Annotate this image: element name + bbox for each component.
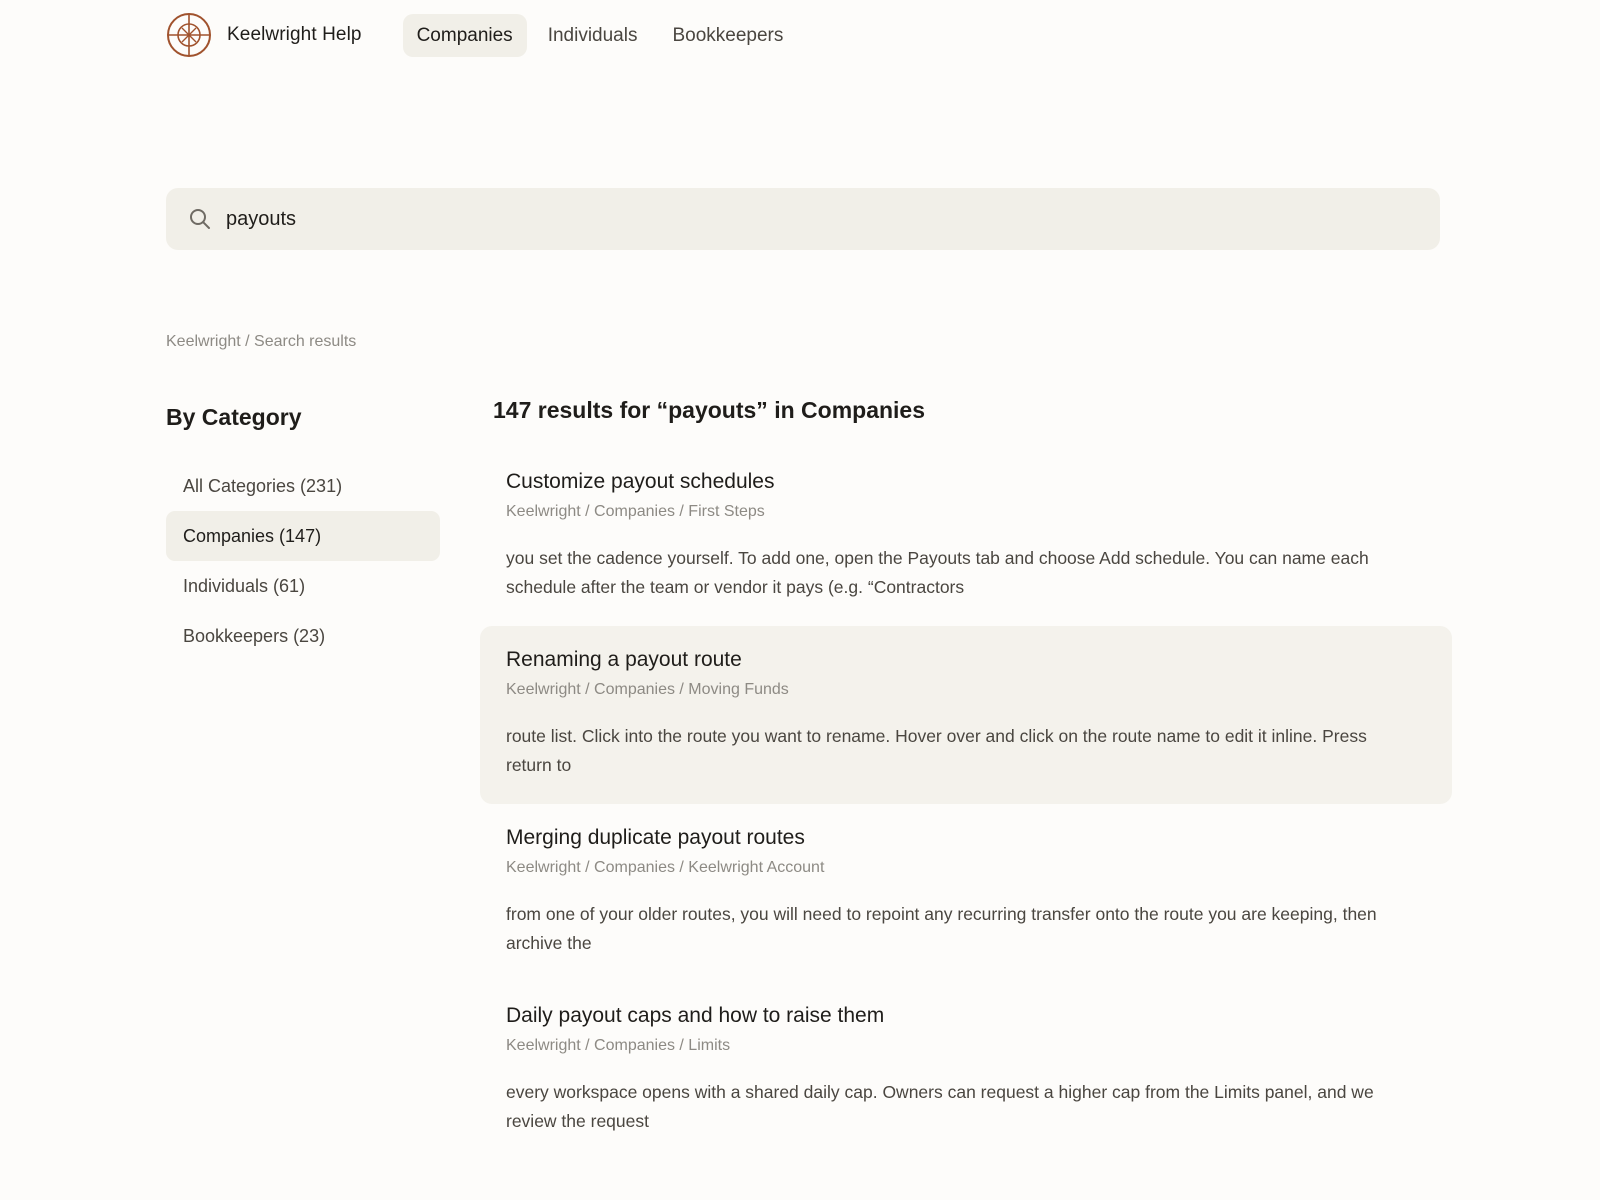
result-card[interactable]: Merging duplicate payout routes Keelwrig… <box>480 804 1452 982</box>
audience-tabs: Companies Individuals Bookkeepers <box>402 13 805 57</box>
result-card[interactable]: Daily payout caps and how to raise them … <box>480 982 1452 1160</box>
result-path: Keelwright / Companies / First Steps <box>506 503 765 520</box>
compass-logo-icon[interactable] <box>166 12 212 58</box>
result-path: Keelwright / Companies / Limits <box>506 1037 731 1054</box>
result-excerpt: you set the cadence yourself. To add one… <box>506 548 1369 597</box>
search-bar[interactable] <box>166 188 1440 250</box>
result-excerpt: every workspace opens with a shared dail… <box>506 1082 1374 1131</box>
result-card[interactable]: Customize payout schedules Keelwright / … <box>480 448 1452 626</box>
search-results: 147 results for “payouts” in Companies C… <box>480 394 1452 1160</box>
result-title[interactable]: Renaming a payout route <box>506 646 1426 674</box>
tab-bookkeepers[interactable]: Bookkeepers <box>658 14 797 57</box>
top-navigation: Keelwright Help Companies Individuals Bo… <box>166 12 804 58</box>
tab-individuals[interactable]: Individuals <box>534 14 652 57</box>
result-excerpt: route list. Click into the route you wan… <box>506 726 1367 775</box>
result-title[interactable]: Daily payout caps and how to raise them <box>506 1002 1426 1030</box>
breadcrumb: Keelwright / Search results <box>166 333 357 350</box>
tab-companies[interactable]: Companies <box>402 13 527 57</box>
category-bookkeepers[interactable]: Bookkeepers (23) <box>166 611 440 661</box>
result-path: Keelwright / Companies / Moving Funds <box>506 681 789 698</box>
search-input[interactable] <box>226 199 1440 239</box>
result-excerpt: from one of your older routes, you will … <box>506 904 1377 953</box>
category-individuals[interactable]: Individuals (61) <box>166 561 440 611</box>
results-heading: 147 results for “payouts” in Companies <box>493 397 926 423</box>
result-path: Keelwright / Companies / Keelwright Acco… <box>506 859 825 876</box>
sidebar-title: By Category <box>166 404 302 430</box>
search-icon <box>190 209 210 229</box>
category-list: All Categories (231) Companies (147) Ind… <box>166 461 440 661</box>
brand-name[interactable]: Keelwright Help <box>227 24 362 46</box>
result-title[interactable]: Customize payout schedules <box>506 468 1426 496</box>
category-sidebar: By Category All Categories (231) Compani… <box>166 402 440 661</box>
result-title[interactable]: Merging duplicate payout routes <box>506 824 1426 852</box>
result-card[interactable]: Renaming a payout route Keelwright / Com… <box>480 626 1452 804</box>
category-all[interactable]: All Categories (231) <box>166 461 440 511</box>
category-companies[interactable]: Companies (147) <box>166 511 440 561</box>
